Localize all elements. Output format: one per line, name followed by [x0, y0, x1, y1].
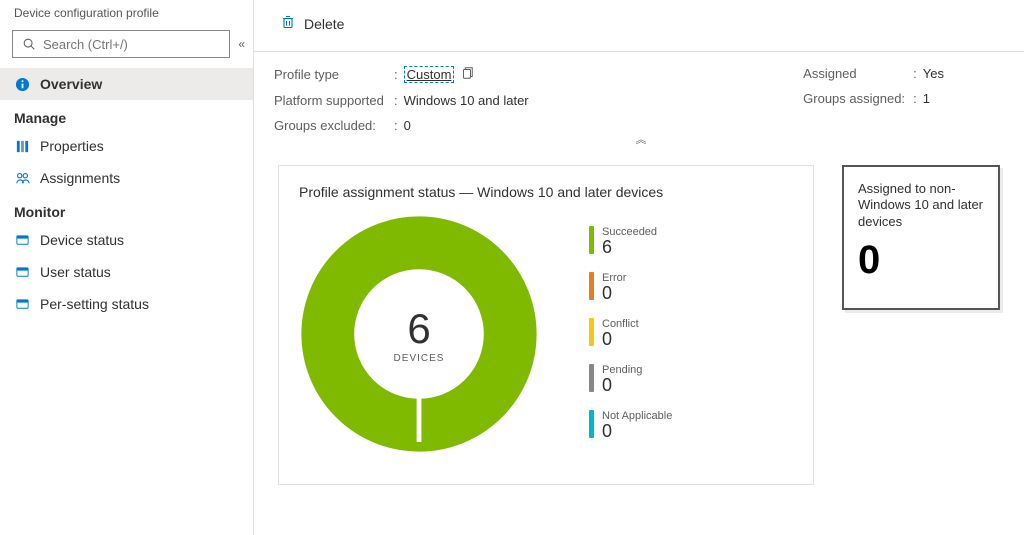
sidebar-section-manage: Manage	[0, 100, 253, 130]
platform-label: Platform supported	[274, 93, 394, 108]
sidebar-item-overview[interactable]: Overview	[0, 68, 253, 100]
info-block: Profile type : Custom Platform supported…	[254, 52, 1024, 141]
sidebar-item-label: Assignments	[40, 170, 120, 186]
non-platform-label: Assigned to non-Windows 10 and later dev…	[858, 181, 986, 230]
legend-item-conflict: Conflict 0	[589, 318, 672, 350]
groups-assigned-value: 1	[923, 91, 930, 106]
toolbar: Delete	[254, 0, 1024, 52]
legend-item-not-applicable: Not Applicable 0	[589, 410, 672, 442]
sidebar-section-monitor: Monitor	[0, 194, 253, 224]
collapse-sidebar-icon[interactable]: «	[238, 37, 241, 51]
device-status-icon	[14, 233, 30, 248]
delete-button[interactable]: Delete	[274, 10, 350, 37]
profile-type-value[interactable]: Custom	[404, 66, 455, 83]
groups-excluded-label: Groups excluded:	[274, 118, 394, 133]
donut-chart: 6 DEVICES	[299, 214, 539, 454]
collapse-info-icon[interactable]: ︽	[636, 131, 643, 147]
delete-label: Delete	[304, 16, 344, 32]
sidebar-subtitle: Device configuration profile	[0, 0, 253, 24]
delete-icon	[280, 14, 296, 33]
sidebar-item-label: Device status	[40, 232, 124, 248]
assignment-status-card: Profile assignment status — Windows 10 a…	[278, 165, 814, 485]
assigned-value: Yes	[923, 66, 944, 81]
sidebar-item-per-setting-status[interactable]: Per-setting status	[0, 288, 253, 320]
legend-value: 0	[602, 376, 642, 396]
status-card-title: Profile assignment status — Windows 10 a…	[299, 184, 793, 200]
groups-assigned-label: Groups assigned:	[803, 91, 913, 106]
sidebar-item-label: Properties	[40, 138, 104, 154]
per-setting-status-icon	[14, 297, 30, 312]
search-input[interactable]	[43, 37, 221, 52]
legend-item-pending: Pending 0	[589, 364, 672, 396]
legend-name: Not Applicable	[602, 410, 672, 422]
info-icon	[14, 77, 30, 92]
assignments-icon	[14, 171, 30, 186]
legend-swatch	[589, 226, 594, 254]
legend-item-error: Error 0	[589, 272, 672, 304]
sidebar-item-user-status[interactable]: User status	[0, 256, 253, 288]
legend-value: 6	[602, 238, 657, 258]
groups-excluded-value: 0	[404, 118, 411, 133]
sidebar-item-assignments[interactable]: Assignments	[0, 162, 253, 194]
legend-value: 0	[602, 330, 639, 350]
legend-swatch	[589, 410, 594, 438]
main-content: Delete Profile type : Custom Platform su…	[254, 0, 1024, 535]
sidebar-item-device-status[interactable]: Device status	[0, 224, 253, 256]
legend-value: 0	[602, 422, 672, 442]
assigned-label: Assigned	[803, 66, 913, 81]
user-status-icon	[14, 265, 30, 280]
platform-value: Windows 10 and later	[404, 93, 529, 108]
non-platform-value: 0	[858, 240, 986, 280]
properties-icon	[14, 139, 30, 154]
chart-legend: Succeeded 6 Error 0	[589, 226, 672, 441]
legend-swatch	[589, 272, 594, 300]
search-box[interactable]	[12, 30, 230, 58]
sidebar-item-label: Overview	[40, 76, 102, 92]
legend-swatch	[589, 318, 594, 346]
sidebar-item-properties[interactable]: Properties	[0, 130, 253, 162]
copy-icon[interactable]	[460, 66, 474, 83]
sidebar: Device configuration profile « Overview …	[0, 0, 254, 535]
sidebar-item-label: Per-setting status	[40, 296, 149, 312]
legend-swatch	[589, 364, 594, 392]
search-icon	[21, 37, 37, 51]
profile-type-label: Profile type	[274, 67, 394, 82]
legend-value: 0	[602, 284, 626, 304]
sidebar-item-label: User status	[40, 264, 111, 280]
legend-item-succeeded: Succeeded 6	[589, 226, 672, 258]
non-platform-card[interactable]: Assigned to non-Windows 10 and later dev…	[842, 165, 1000, 310]
